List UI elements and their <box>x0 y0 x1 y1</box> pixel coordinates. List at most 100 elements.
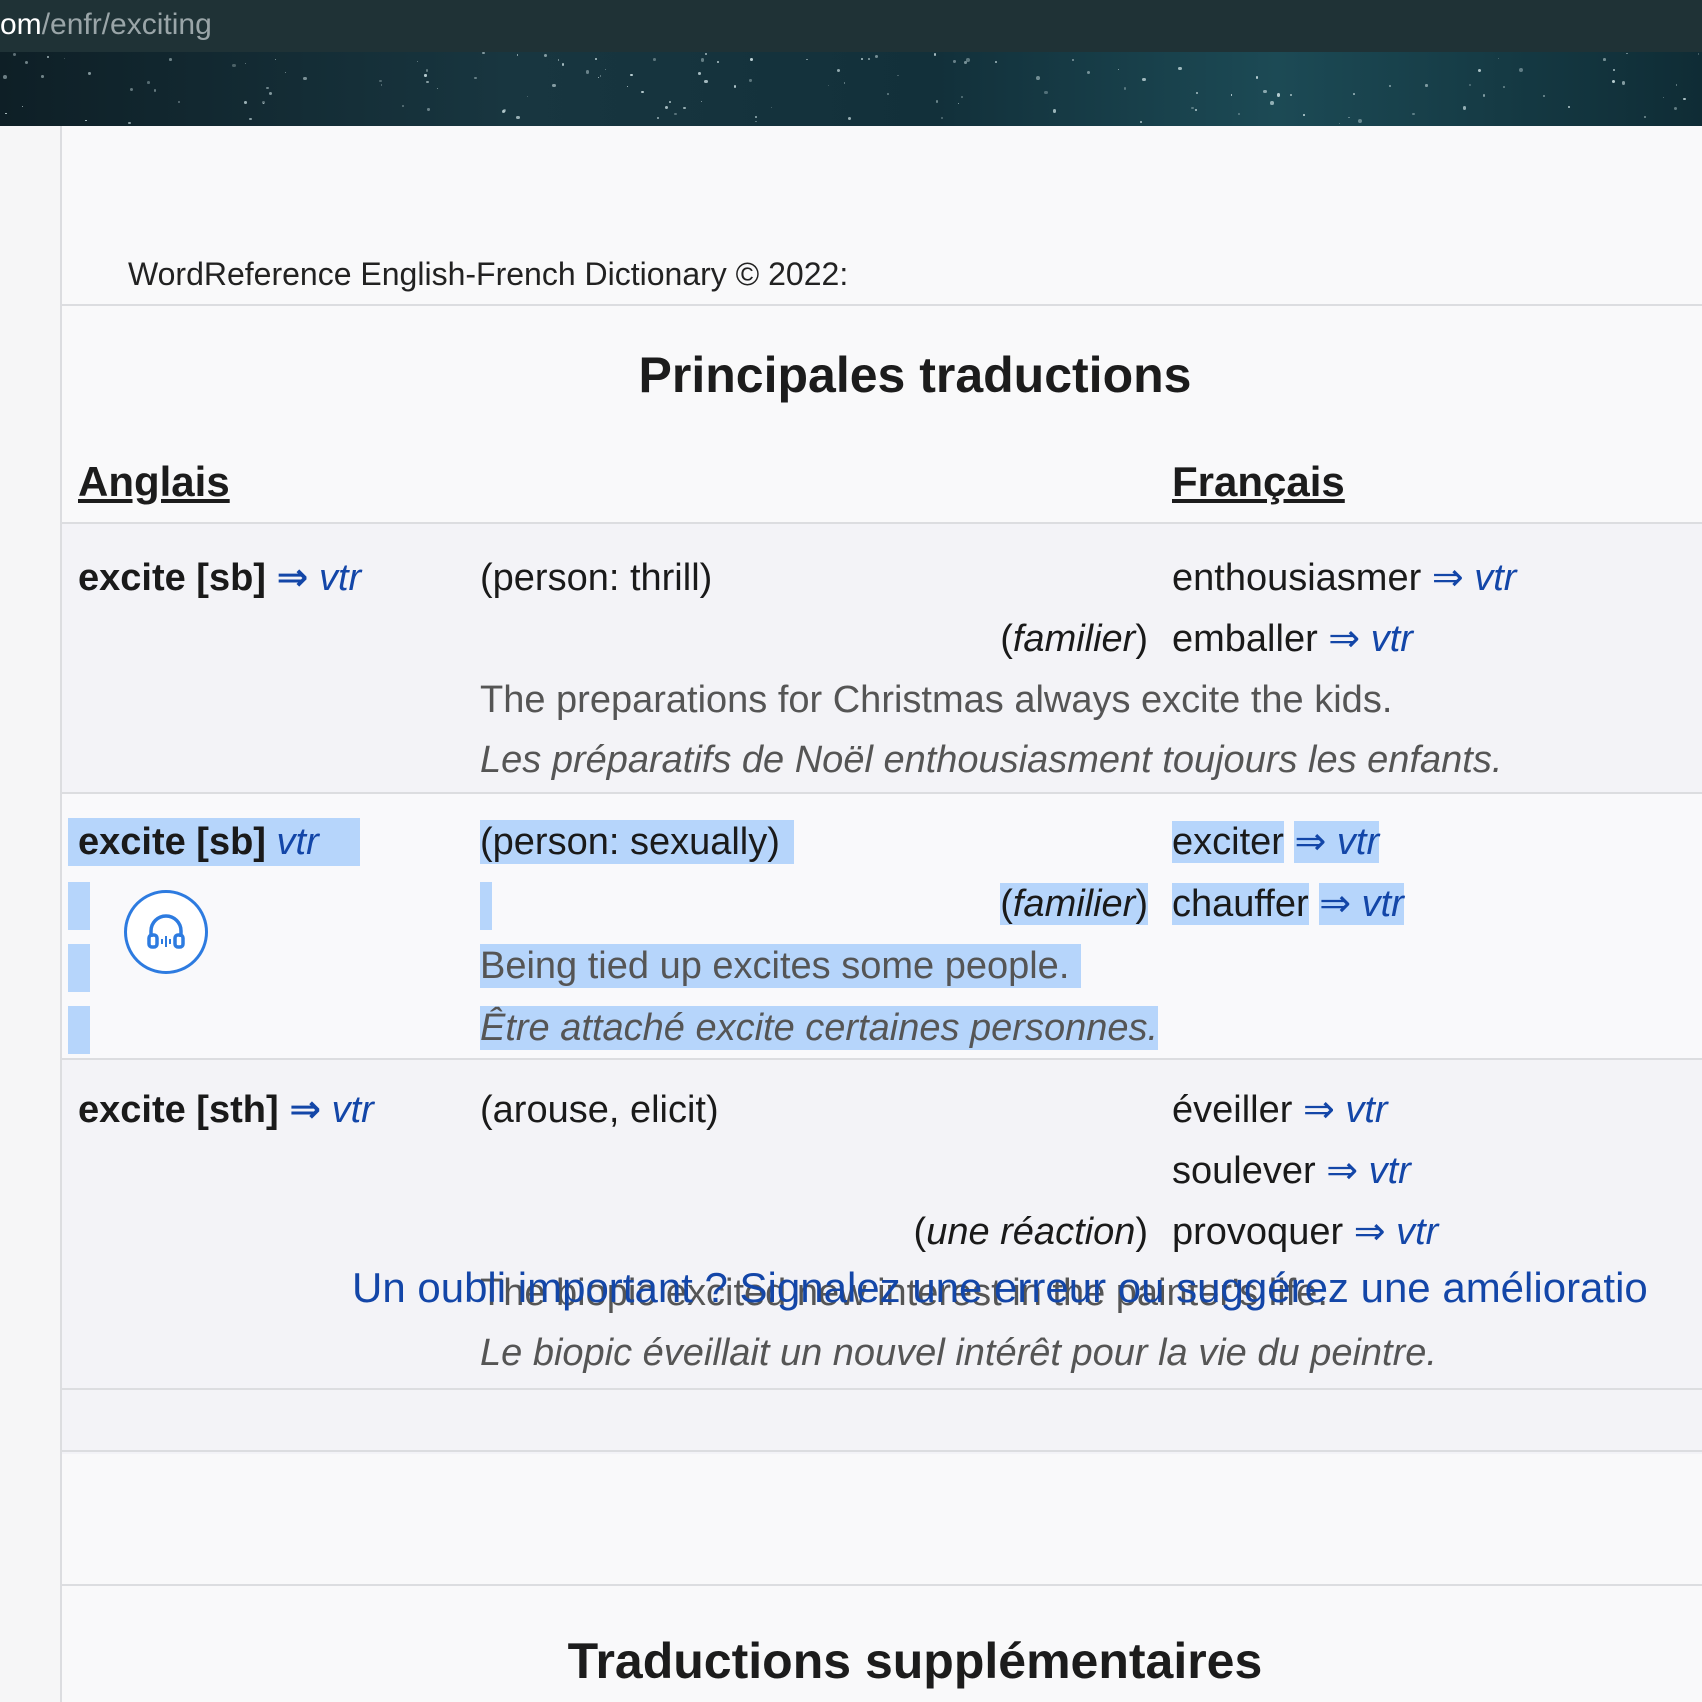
banner-star <box>599 75 602 77</box>
banner-star <box>1611 79 1616 84</box>
banner-star <box>630 73 633 77</box>
pos-link[interactable]: vtr <box>277 821 319 863</box>
pos-link[interactable]: vtr <box>319 557 361 599</box>
entry-2-translation-2[interactable]: chauffer ⇒ vtr <box>1172 882 1404 926</box>
banner-star <box>178 101 181 104</box>
banner-star <box>1123 87 1127 91</box>
banner-star <box>1482 94 1486 97</box>
conjugation-arrow[interactable]: ⇒ <box>1319 883 1351 925</box>
entry-3-translation-3[interactable]: provoquer ⇒ vtr <box>1172 1210 1438 1254</box>
banner-star <box>704 79 708 84</box>
selection-highlight <box>480 882 492 930</box>
banner-star <box>585 69 590 74</box>
entry-2-example-fr: Être attaché excite certaines personnes. <box>480 1006 1159 1050</box>
entry-2-translation-1[interactable]: exciter ⇒ vtr <box>1172 820 1380 864</box>
dictionary-copyright: WordReference English-French Dictionary … <box>128 256 849 292</box>
divider <box>62 1388 1702 1390</box>
section-title-main: Principales traductions <box>638 347 1192 403</box>
listen-button[interactable] <box>124 890 208 974</box>
banner-star <box>604 68 606 70</box>
banner-star <box>1044 90 1048 95</box>
banner-star <box>961 95 964 98</box>
entry-2-headword[interactable]: excite [sb] vtr <box>78 820 319 864</box>
banner-star <box>1035 76 1040 80</box>
selection-highlight <box>68 944 90 992</box>
banner-star <box>1139 121 1143 124</box>
banner-star <box>934 53 937 56</box>
banner-star <box>897 74 899 77</box>
pos-link[interactable]: vtr <box>1337 821 1379 863</box>
banner-star <box>1276 93 1281 97</box>
entry-1-translation-2[interactable]: emballer ⇒ vtr <box>1172 617 1413 661</box>
banner-star <box>130 87 134 91</box>
main-content: WordReference English-French Dictionary … <box>62 126 1702 1702</box>
banner-star <box>1230 94 1233 96</box>
banner-star <box>243 101 247 104</box>
entry-1-translation-1[interactable]: enthousiasmer ⇒ vtr <box>1172 556 1516 600</box>
banner-star <box>700 101 702 103</box>
conjugation-arrow[interactable]: ⇒ <box>1303 1089 1335 1131</box>
browser-url-bar[interactable]: om/enfr/exciting <box>0 0 1702 52</box>
banner-star <box>303 76 307 81</box>
banner-star <box>1425 84 1428 87</box>
banner-star <box>169 58 172 62</box>
banner-star <box>754 115 758 119</box>
banner-star <box>1682 97 1686 101</box>
banner-star <box>482 52 485 55</box>
pos-link[interactable]: vtr <box>1396 1211 1438 1253</box>
pos-link[interactable]: vtr <box>1345 1089 1387 1131</box>
banner-star <box>836 68 840 72</box>
selection-highlight <box>68 1006 90 1054</box>
conjugation-arrow[interactable]: ⇒ <box>1294 821 1326 863</box>
entry-1-headword[interactable]: excite [sb] ⇒ vtr <box>78 556 361 600</box>
banner-star <box>427 108 430 111</box>
pos-link[interactable]: vtr <box>332 1089 374 1131</box>
banner-star <box>874 54 879 59</box>
entry-3-translation-2[interactable]: soulever ⇒ vtr <box>1172 1149 1411 1193</box>
column-header-english: Anglais <box>78 458 230 505</box>
entry-3-translation-1[interactable]: éveiller ⇒ vtr <box>1172 1088 1388 1132</box>
banner-star <box>1644 115 1647 119</box>
conjugation-arrow[interactable]: ⇒ <box>277 557 309 599</box>
banner-star <box>698 72 702 76</box>
column-header-french: Français <box>1172 458 1345 505</box>
conjugation-arrow[interactable]: ⇒ <box>1354 1211 1386 1253</box>
banner-star <box>653 58 657 62</box>
banner-star <box>1568 106 1571 109</box>
banner-star <box>516 115 520 120</box>
banner-star <box>1142 77 1147 82</box>
pos-link[interactable]: vtr <box>1369 1150 1411 1192</box>
headphones-icon <box>147 914 185 949</box>
conjugation-arrow[interactable]: ⇒ <box>1328 618 1360 660</box>
url-text[interactable]: om/enfr/exciting <box>0 8 212 42</box>
banner-star <box>1086 71 1090 75</box>
left-gutter <box>0 126 62 1702</box>
conjugation-arrow[interactable]: ⇒ <box>1432 557 1464 599</box>
banner-star <box>13 53 17 57</box>
report-error-link[interactable]: Un oubli important ? Signalez une erreur… <box>352 1264 1648 1312</box>
url-domain-fragment: om <box>0 8 42 41</box>
banner-star <box>244 62 246 64</box>
banner-star <box>1612 69 1615 71</box>
banner-star <box>417 60 419 62</box>
banner-star <box>1478 68 1482 72</box>
pos-link[interactable]: vtr <box>1371 618 1413 660</box>
banner-star <box>1675 84 1678 86</box>
banner-star <box>516 54 519 56</box>
banner-star <box>1673 106 1678 111</box>
entry-1-sense: (person: thrill) <box>480 557 713 599</box>
conjugation-arrow[interactable]: ⇒ <box>1326 1150 1358 1192</box>
entry-2-sense: (person: sexually) <box>480 820 794 864</box>
banner-star <box>860 57 864 60</box>
conjugation-arrow[interactable]: ⇒ <box>289 1089 321 1131</box>
pos-link[interactable]: vtr <box>1474 557 1516 599</box>
banner-star <box>1117 68 1120 71</box>
banner-star <box>1270 101 1274 105</box>
banner-star <box>21 105 24 108</box>
banner-star <box>380 84 382 86</box>
banner-star <box>284 71 287 74</box>
banner-star <box>595 57 598 60</box>
pos-link[interactable]: vtr <box>1362 883 1404 925</box>
banner-star <box>1518 68 1523 73</box>
entry-3-headword[interactable]: excite [sth] ⇒ vtr <box>78 1088 374 1132</box>
